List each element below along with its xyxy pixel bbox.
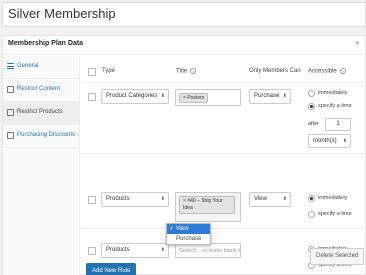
help-icon: ? [190,68,197,74]
panel-header: Membership Plan Data ✕ [3,36,365,55]
doc-icon [7,132,14,139]
list-icon [7,63,14,69]
select-all-checkbox[interactable] [88,68,96,76]
type-select-value: Products [106,247,130,253]
row-checkbox[interactable] [88,247,96,255]
box-icon [7,109,14,116]
title-search-field[interactable]: × Posters [175,89,241,106]
select-arrows-icon: ⬍ [282,93,287,99]
action-select-value: Purchase [254,93,280,99]
tab-restrict-content[interactable]: Restrict Content [3,79,80,102]
title-tag[interactable]: × Posters [179,93,209,103]
row-divider [81,153,366,154]
panel-tabs: General Restrict Content Restrict Produc… [3,56,80,275]
close-icon[interactable]: ✕ [355,40,360,47]
type-select-value: Product Categories [106,93,158,99]
rules-table: Type Title? Only Members Can Accessible?… [81,56,366,275]
immediately-radio[interactable] [308,90,315,97]
panel-title: Membership Plan Data [8,40,84,47]
select-arrows-icon: ⬍ [160,247,165,253]
after-amount-input[interactable]: 1 [325,118,351,131]
col-type: Type [102,68,116,74]
membership-title-field[interactable]: Silver Membership [2,2,366,27]
title-tag[interactable]: × #40 – Ship Your Idea [179,196,235,214]
action-option-view[interactable]: ✓ View [167,224,210,234]
header-divider [81,82,366,83]
specify-time-radio[interactable] [308,103,315,110]
add-new-rule-button[interactable]: Add New Rule [86,263,137,275]
select-arrows-icon: ⬍ [160,93,165,99]
doc-icon [7,86,14,93]
specify-time-radio[interactable] [308,211,315,218]
row-checkbox[interactable] [88,93,96,101]
after-label: after [308,121,320,127]
title-search-field[interactable]: Search... or leave blank t [175,243,241,258]
title-search-placeholder: Search... or leave blank t [179,248,240,254]
immediately-label: immediately [318,195,348,201]
specify-time-label: specify a time [318,211,352,217]
tab-restrict-content-label: Restrict Content [17,86,61,92]
select-arrows-icon: ⬍ [160,196,165,202]
immediately-radio[interactable] [308,195,315,202]
tab-purchasing-discounts-label: Purchasing Discounts [17,132,76,138]
time-unit-select[interactable]: month(s) ⬍ [308,134,351,148]
action-select-value: View [254,196,267,202]
col-accessible: Accessible? [308,68,346,75]
action-dropdown-menu: ✓ View Purchase [166,223,211,245]
row-divider [81,228,366,229]
tab-restrict-products[interactable]: Restrict Products [3,102,80,125]
tab-restrict-products-label: Restrict Products [17,109,63,115]
action-select[interactable]: View ⬍ [249,192,291,207]
row-checkbox[interactable] [88,196,96,204]
membership-plan-data-panel: Membership Plan Data ✕ General Restrict … [2,35,366,275]
title-search-field[interactable]: × #40 – Ship Your Idea [175,192,241,222]
col-only-members: Only Members Can [249,68,301,74]
col-title: Title? [176,68,197,75]
select-arrows-icon: ⬍ [342,138,347,144]
specify-time-label: specify a time [318,103,352,109]
action-select[interactable]: Purchase ⬍ [249,89,291,104]
select-arrows-icon: ⬍ [282,196,287,202]
tab-general[interactable]: General [3,56,80,79]
tab-general-label: General [17,63,39,69]
type-select[interactable]: Product Categories ⬍ [101,89,169,104]
action-option-purchase[interactable]: Purchase [167,234,210,244]
tab-purchasing-discounts[interactable]: Purchasing Discounts [3,125,80,148]
type-select[interactable]: Products ⬍ [101,192,169,207]
membership-title-value: Silver Membership [8,6,116,21]
type-select-value: Products [106,196,130,202]
immediately-label: immediately [318,90,348,96]
time-unit-value: month(s) [313,138,337,144]
help-icon: ? [339,68,346,74]
type-select[interactable]: Products ⬍ [101,243,169,258]
delete-selected-button[interactable]: Delete Selected [310,248,365,265]
